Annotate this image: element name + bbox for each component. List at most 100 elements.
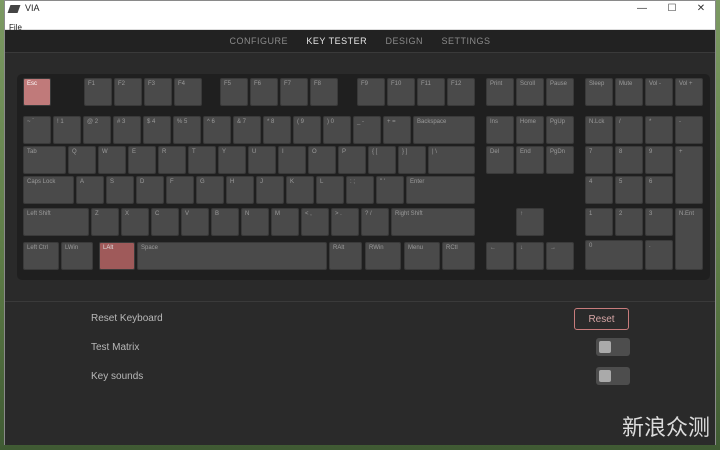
key-np-decimal[interactable]: .	[645, 240, 673, 270]
key-7[interactable]: & 7	[233, 116, 261, 144]
key-lbracket[interactable]: { [	[368, 146, 396, 174]
key-comma[interactable]: < ,	[301, 208, 329, 236]
key-f[interactable]: F	[166, 176, 194, 204]
key-np-1[interactable]: 1	[585, 208, 613, 236]
key-backspace[interactable]: Backspace	[413, 116, 475, 144]
key-home[interactable]: Home	[516, 116, 544, 144]
key-menu[interactable]: Menu	[404, 242, 440, 270]
key-np-5[interactable]: 5	[615, 176, 643, 204]
reset-button[interactable]: Reset	[574, 308, 629, 330]
key-esc[interactable]: Esc	[23, 78, 51, 106]
key-f11[interactable]: F11	[417, 78, 445, 106]
key-mute[interactable]: Mute	[615, 78, 643, 106]
key-right-shift[interactable]: Right Shift	[391, 208, 475, 236]
key-r[interactable]: R	[158, 146, 186, 174]
key-y[interactable]: Y	[218, 146, 246, 174]
key-m[interactable]: M	[271, 208, 299, 236]
key-6[interactable]: ^ 6	[203, 116, 231, 144]
key-left-shift[interactable]: Left Shift	[23, 208, 89, 236]
key-f1[interactable]: F1	[84, 78, 112, 106]
key-w[interactable]: W	[98, 146, 126, 174]
key-left-win[interactable]: LWin	[61, 242, 93, 270]
key-vol-down[interactable]: Vol -	[645, 78, 673, 106]
test-matrix-toggle[interactable]	[596, 338, 630, 356]
key-p[interactable]: P	[338, 146, 366, 174]
key-q[interactable]: Q	[68, 146, 96, 174]
key-t[interactable]: T	[188, 146, 216, 174]
key-x[interactable]: X	[121, 208, 149, 236]
key-quote[interactable]: " '	[376, 176, 404, 204]
maximize-button[interactable]: ☐	[657, 1, 687, 17]
key-3[interactable]: # 3	[113, 116, 141, 144]
key-left-ctrl[interactable]: Left Ctrl	[23, 242, 59, 270]
key-rbracket[interactable]: } ]	[398, 146, 426, 174]
key-arrow-left[interactable]: ←	[486, 242, 514, 270]
minimize-button[interactable]: —	[627, 1, 657, 17]
key-slash[interactable]: ? /	[361, 208, 389, 236]
key-a[interactable]: A	[76, 176, 104, 204]
key-e[interactable]: E	[128, 146, 156, 174]
key-right-alt[interactable]: RAlt	[329, 242, 362, 270]
key-f6[interactable]: F6	[250, 78, 278, 106]
key-z[interactable]: Z	[91, 208, 119, 236]
key-end[interactable]: End	[516, 146, 544, 174]
key-k[interactable]: K	[286, 176, 314, 204]
key-left-alt[interactable]: LAlt	[99, 242, 135, 270]
key-np-2[interactable]: 2	[615, 208, 643, 236]
key-5[interactable]: % 5	[173, 116, 201, 144]
key-space[interactable]: Space	[137, 242, 327, 270]
key-np-divide[interactable]: /	[615, 116, 643, 144]
key-arrow-up[interactable]: ↑	[516, 208, 544, 236]
key-f12[interactable]: F12	[447, 78, 475, 106]
key-pgup[interactable]: PgUp	[546, 116, 574, 144]
key-np-3[interactable]: 3	[645, 208, 673, 236]
key-semicolon[interactable]: : ;	[346, 176, 374, 204]
menu-file[interactable]: File	[5, 23, 22, 32]
key-f7[interactable]: F7	[280, 78, 308, 106]
key-numlock[interactable]: N.Lck	[585, 116, 613, 144]
key-c[interactable]: C	[151, 208, 179, 236]
key-right-ctrl[interactable]: RCtl	[442, 242, 475, 270]
key-vol-up[interactable]: Vol +	[675, 78, 703, 106]
key-caps-lock[interactable]: Caps Lock	[23, 176, 74, 204]
key-enter[interactable]: Enter	[406, 176, 475, 204]
key-u[interactable]: U	[248, 146, 276, 174]
key-f2[interactable]: F2	[114, 78, 142, 106]
key-ins[interactable]: Ins	[486, 116, 514, 144]
key-np-4[interactable]: 4	[585, 176, 613, 204]
key-arrow-down[interactable]: ↓	[516, 242, 544, 270]
key-l[interactable]: L	[316, 176, 344, 204]
key-grave[interactable]: ~ `	[23, 116, 51, 144]
key-o[interactable]: O	[308, 146, 336, 174]
key-np-add[interactable]: +	[675, 146, 703, 204]
key-j[interactable]: J	[256, 176, 284, 204]
key-minus[interactable]: _ -	[353, 116, 381, 144]
key-np-multiply[interactable]: *	[645, 116, 673, 144]
key-1[interactable]: ! 1	[53, 116, 81, 144]
tab-key-tester[interactable]: KEY TESTER	[306, 30, 367, 52]
key-f4[interactable]: F4	[174, 78, 202, 106]
key-np-0[interactable]: 0	[585, 240, 643, 270]
key-right-win[interactable]: RWin	[365, 242, 401, 270]
key-np-enter[interactable]: N.Ent	[675, 208, 703, 270]
key-backslash[interactable]: | \	[428, 146, 475, 174]
key-np-6[interactable]: 6	[645, 176, 673, 204]
key-h[interactable]: H	[226, 176, 254, 204]
key-scroll[interactable]: Scroll	[516, 78, 544, 106]
key-f3[interactable]: F3	[144, 78, 172, 106]
key-equal[interactable]: + =	[383, 116, 411, 144]
key-i[interactable]: I	[278, 146, 306, 174]
key-4[interactable]: $ 4	[143, 116, 171, 144]
key-n[interactable]: N	[241, 208, 269, 236]
key-f10[interactable]: F10	[387, 78, 415, 106]
key-8[interactable]: * 8	[263, 116, 291, 144]
key-period[interactable]: > .	[331, 208, 359, 236]
tab-design[interactable]: DESIGN	[386, 30, 424, 52]
key-0[interactable]: ) 0	[323, 116, 351, 144]
key-f8[interactable]: F8	[310, 78, 338, 106]
key-f9[interactable]: F9	[357, 78, 385, 106]
key-s[interactable]: S	[106, 176, 134, 204]
key-g[interactable]: G	[196, 176, 224, 204]
tab-settings[interactable]: SETTINGS	[442, 30, 491, 52]
key-sounds-toggle[interactable]	[596, 367, 630, 385]
